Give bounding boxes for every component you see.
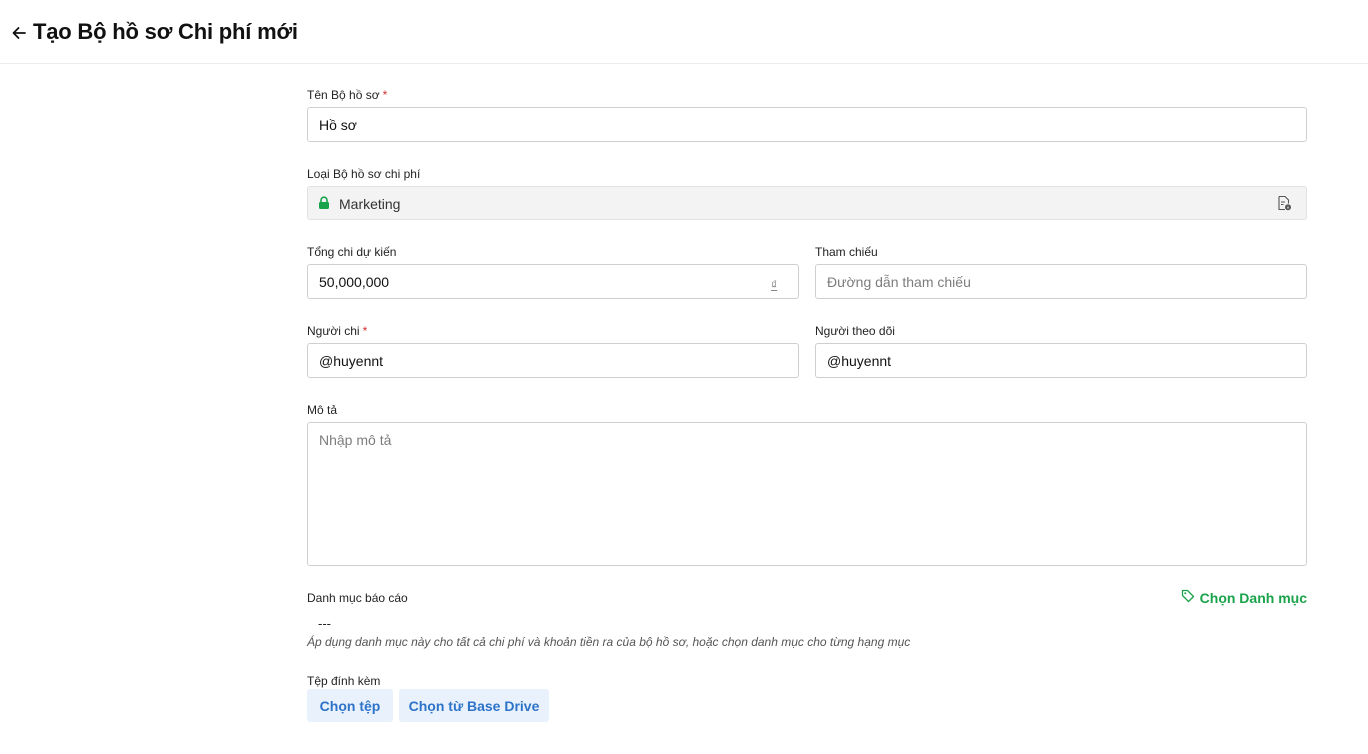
arrow-left-icon[interactable] (10, 24, 28, 42)
follower-label: Người theo dõi (815, 324, 895, 338)
page-header: Tạo Bộ hồ sơ Chi phí mới (0, 0, 1368, 64)
type-label: Loại Bộ hồ sơ chi phí (307, 167, 421, 181)
type-value: Marketing (339, 196, 401, 212)
choose-category-label: Chọn Danh mục (1199, 589, 1307, 606)
category-label: Danh mục báo cáo (307, 591, 408, 605)
page-title: Tạo Bộ hồ sơ Chi phí mới (33, 19, 298, 44)
attachments-label: Tệp đính kèm (307, 674, 381, 688)
choose-file-button[interactable]: Chọn tệp (307, 689, 393, 722)
name-label: Tên Bộ hồ sơ * (307, 88, 388, 102)
currency-symbol: ₫ (771, 278, 778, 292)
lock-icon (318, 196, 330, 210)
total-input[interactable] (307, 264, 799, 299)
category-hint: Áp dụng danh mục này cho tất cả chi phí … (307, 635, 911, 649)
follower-input[interactable] (815, 343, 1307, 378)
required-mark: * (382, 88, 388, 102)
payer-label: Người chi * (307, 324, 368, 338)
tag-icon (1181, 589, 1195, 606)
name-input[interactable] (307, 107, 1307, 142)
reference-label: Tham chiếu (815, 245, 878, 259)
description-label: Mô tả (307, 403, 338, 417)
choose-category-button[interactable]: Chọn Danh mục (1181, 589, 1307, 606)
reference-input[interactable] (815, 264, 1307, 299)
payer-input[interactable] (307, 343, 799, 378)
description-textarea[interactable] (307, 422, 1307, 566)
total-label: Tổng chi dự kiến (307, 245, 397, 259)
category-value: --- (318, 616, 331, 631)
type-field-locked: Marketing (307, 186, 1307, 220)
choose-from-drive-button[interactable]: Chọn từ Base Drive (399, 689, 549, 722)
document-info-icon[interactable] (1276, 195, 1292, 211)
required-mark: * (362, 324, 368, 338)
